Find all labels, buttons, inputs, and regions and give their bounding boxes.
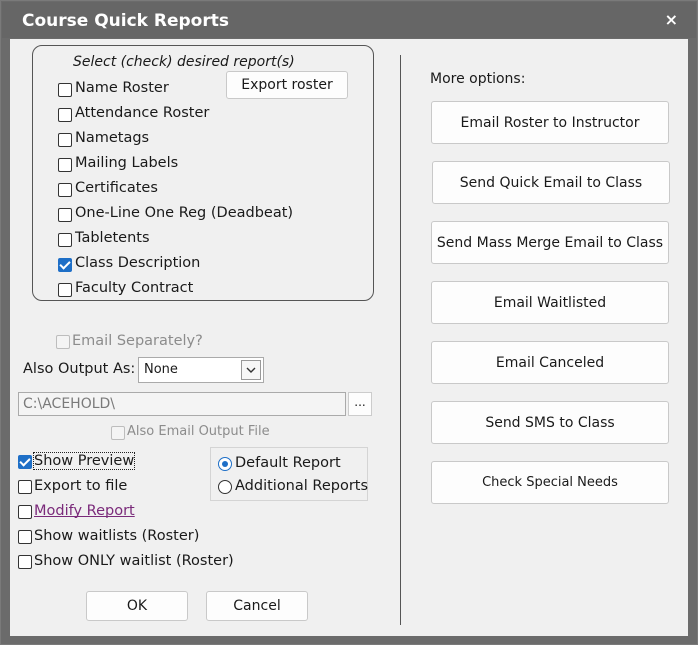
output-path-value: C:\ACEHOLD\ [23, 396, 116, 412]
export-roster-button[interactable]: Export roster [226, 71, 348, 99]
label-faculty-contract: Faculty Contract [75, 280, 194, 296]
dialog-body: Select (check) desired report(s) Export … [10, 39, 688, 636]
close-icon[interactable]: × [665, 10, 678, 29]
checkbox-email-separately[interactable] [56, 335, 70, 349]
ok-button[interactable]: OK [86, 591, 188, 621]
checkbox-modify-report[interactable] [18, 505, 32, 519]
label-also-output-as: Also Output As: [23, 361, 136, 377]
label-also-email-output: Also Email Output File [127, 424, 270, 439]
checkbox-also-email-output[interactable] [111, 426, 125, 440]
label-class-description: Class Description [75, 255, 201, 271]
output-format-select[interactable]: None [138, 357, 264, 383]
report-group-title: Select (check) desired report(s) [73, 54, 295, 70]
label-show-only-waitlist: Show ONLY waitlist (Roster) [34, 553, 234, 569]
checkbox-nametags[interactable] [58, 133, 72, 147]
label-show-preview: Show Preview [32, 452, 136, 470]
output-path-field[interactable]: C:\ACEHOLD\ [18, 392, 346, 416]
label-nametags: Nametags [75, 130, 150, 146]
checkbox-mailing-labels[interactable] [58, 158, 72, 172]
label-default-report: Default Report [235, 455, 341, 471]
modify-report-link[interactable]: Modify Report [34, 503, 135, 519]
checkbox-show-preview[interactable] [18, 455, 32, 469]
label-attendance-roster: Attendance Roster [75, 105, 210, 121]
label-export-to-file: Export to file [34, 478, 128, 494]
check-special-needs-button[interactable]: Check Special Needs [431, 461, 669, 504]
send-quick-email-button[interactable]: Send Quick Email to Class [432, 161, 670, 204]
more-options-title: More options: [430, 71, 526, 87]
checkbox-certificates[interactable] [58, 183, 72, 197]
title-bar: Course Quick Reports × [2, 2, 696, 38]
browse-button[interactable]: ... [348, 392, 372, 416]
label-email-separately: Email Separately? [72, 333, 203, 349]
course-quick-reports-dialog: Course Quick Reports × Select (check) de… [0, 0, 698, 645]
radio-default-report[interactable] [218, 457, 232, 471]
checkbox-export-to-file[interactable] [18, 480, 32, 494]
label-tabletents: Tabletents [75, 230, 150, 246]
report-selection-group: Select (check) desired report(s) Export … [32, 45, 374, 301]
checkbox-faculty-contract[interactable] [58, 283, 72, 297]
checkbox-name-roster[interactable] [58, 83, 72, 97]
email-canceled-button[interactable]: Email Canceled [431, 341, 669, 384]
label-name-roster: Name Roster [75, 80, 169, 96]
output-format-value: None [144, 362, 178, 377]
checkbox-show-only-waitlist[interactable] [18, 555, 32, 569]
vertical-divider [400, 55, 401, 625]
label-additional-reports: Additional Reports [235, 478, 369, 494]
label-mailing-labels: Mailing Labels [75, 155, 179, 171]
email-waitlisted-button[interactable]: Email Waitlisted [431, 281, 669, 324]
email-roster-to-instructor-button[interactable]: Email Roster to Instructor [431, 101, 669, 144]
checkbox-class-description[interactable] [58, 258, 72, 272]
label-one-line-one-reg: One-Line One Reg (Deadbeat) [75, 205, 294, 221]
dialog-title: Course Quick Reports [22, 11, 229, 31]
label-show-waitlists: Show waitlists (Roster) [34, 528, 200, 544]
radio-additional-reports[interactable] [218, 480, 232, 494]
checkbox-one-line-one-reg[interactable] [58, 208, 72, 222]
checkbox-show-waitlists[interactable] [18, 530, 32, 544]
cancel-button[interactable]: Cancel [206, 591, 308, 621]
chevron-down-icon[interactable] [241, 360, 261, 380]
checkbox-attendance-roster[interactable] [58, 108, 72, 122]
label-certificates: Certificates [75, 180, 158, 196]
send-sms-button[interactable]: Send SMS to Class [431, 401, 669, 444]
checkbox-tabletents[interactable] [58, 233, 72, 247]
report-type-radio-group: Default Report Additional Reports [210, 447, 368, 501]
send-mass-merge-email-button[interactable]: Send Mass Merge Email to Class [431, 221, 669, 264]
